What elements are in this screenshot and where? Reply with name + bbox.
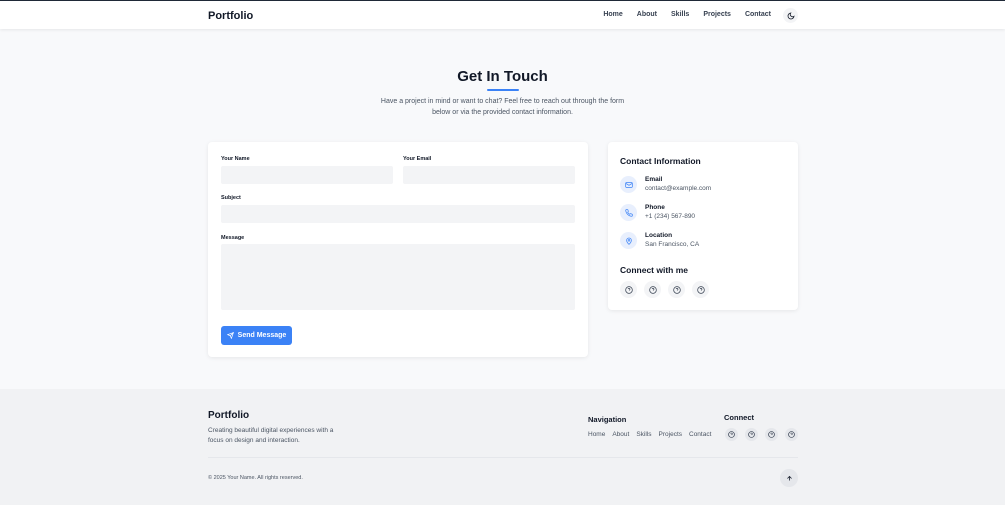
help-circle-icon xyxy=(788,431,795,438)
mail-icon xyxy=(620,176,637,193)
footer-nav-title: Navigation xyxy=(588,415,627,424)
moon-icon xyxy=(787,12,794,19)
nav-about[interactable]: About xyxy=(637,11,657,18)
nav-projects[interactable]: Projects xyxy=(703,11,731,18)
phone-icon xyxy=(620,204,637,221)
top-navbar: Portfolio Home About Skills Projects Con… xyxy=(0,0,1005,29)
email-label-text: Email xyxy=(645,176,663,183)
subject-input[interactable] xyxy=(221,205,575,223)
social-link-3[interactable] xyxy=(668,281,685,298)
contact-location: Location San Francisco, CA xyxy=(620,232,699,249)
arrow-up-icon xyxy=(786,475,792,481)
nav-contact[interactable]: Contact xyxy=(745,11,771,18)
footer: Portfolio Creating beautiful digital exp… xyxy=(0,389,1005,505)
contact-phone: Phone +1 (234) 567-890 xyxy=(620,204,695,221)
phone-label-text: Phone xyxy=(645,204,665,211)
help-circle-icon xyxy=(728,431,735,438)
location-value: San Francisco, CA xyxy=(645,241,700,248)
send-label: Send Message xyxy=(237,332,287,339)
name-input[interactable] xyxy=(221,166,393,184)
help-circle-icon xyxy=(672,285,681,294)
nav-home[interactable]: Home xyxy=(603,11,622,18)
footer-social-2[interactable] xyxy=(745,428,758,441)
footer-nav-contact[interactable]: Contact xyxy=(689,431,711,438)
scroll-to-top-button[interactable] xyxy=(780,469,798,487)
contact-info-title: Contact Information xyxy=(620,156,701,166)
email-input[interactable] xyxy=(403,166,575,184)
social-link-2[interactable] xyxy=(644,281,661,298)
title-underline xyxy=(486,89,519,91)
location-pin-icon xyxy=(620,232,637,249)
footer-nav-projects[interactable]: Projects xyxy=(659,431,682,438)
email-label: Your Email xyxy=(403,156,432,162)
theme-toggle-button[interactable] xyxy=(783,8,798,23)
footer-divider xyxy=(208,457,798,458)
help-circle-icon xyxy=(748,431,755,438)
help-circle-icon xyxy=(624,285,633,294)
copyright: © 2025 Your Name. All rights reserved. xyxy=(208,475,303,481)
social-link-4[interactable] xyxy=(692,281,709,298)
name-label: Your Name xyxy=(221,156,250,162)
contact-email: Email contact@example.com xyxy=(620,176,711,193)
main-nav: Home About Skills Projects Contact xyxy=(603,11,771,18)
help-circle-icon xyxy=(648,285,657,294)
subject-label: Subject xyxy=(221,195,241,201)
message-textarea[interactable] xyxy=(221,244,575,310)
footer-social-3[interactable] xyxy=(765,428,778,441)
contact-form: Your Name Your Email Subject Message Sen… xyxy=(208,142,588,357)
send-message-button[interactable]: Send Message xyxy=(221,326,292,345)
send-icon xyxy=(226,332,234,339)
footer-social-1[interactable] xyxy=(725,428,738,441)
footer-nav: Home About Skills Projects Contact xyxy=(588,431,711,438)
footer-brand: Portfolio xyxy=(208,410,250,421)
phone-value[interactable]: +1 (234) 567-890 xyxy=(645,213,695,220)
help-circle-icon xyxy=(768,431,775,438)
connect-title: Connect with me xyxy=(620,265,689,275)
page-title: Get In Touch xyxy=(457,68,548,85)
social-link-1[interactable] xyxy=(620,281,637,298)
footer-nav-home[interactable]: Home xyxy=(588,431,605,438)
hero-description: Have a project in mind or want to chat? … xyxy=(380,98,625,116)
footer-nav-about[interactable]: About xyxy=(612,431,629,438)
footer-social-4[interactable] xyxy=(785,428,798,441)
footer-connect-title: Connect xyxy=(724,413,754,422)
email-value[interactable]: contact@example.com xyxy=(645,185,711,192)
contact-info-card: Contact Information Email contact@exampl… xyxy=(608,142,798,310)
contact-hero: Get In Touch Have a project in mind or w… xyxy=(0,68,1005,118)
location-label-text: Location xyxy=(645,232,673,239)
footer-nav-skills[interactable]: Skills xyxy=(636,431,651,438)
message-label: Message xyxy=(221,235,245,241)
brand-logo[interactable]: Portfolio xyxy=(208,10,253,22)
help-circle-icon xyxy=(696,285,705,294)
nav-skills[interactable]: Skills xyxy=(671,11,689,18)
footer-tagline: Creating beautiful digital experiences w… xyxy=(208,427,334,444)
